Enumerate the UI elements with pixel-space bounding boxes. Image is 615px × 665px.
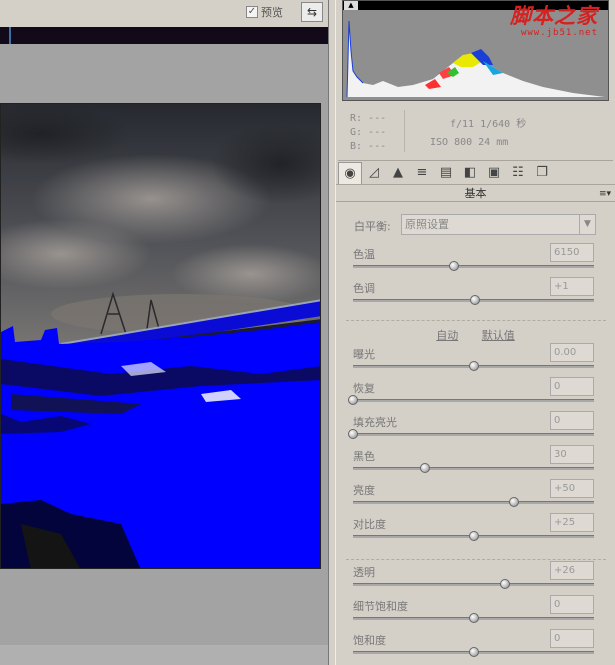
slider-thumb[interactable] (468, 531, 479, 541)
camera-calibration-icon[interactable]: ☷ (506, 162, 530, 184)
slider-thumb[interactable] (449, 261, 460, 271)
section-divider (346, 320, 606, 321)
filmstrip-bar (0, 27, 330, 44)
slider-value-field[interactable]: 30 (550, 445, 594, 464)
slider-label: 细节饱和度 (353, 600, 408, 613)
slider-value-field[interactable]: 0.00 (550, 343, 594, 362)
slider-row: 填充亮光 0 (336, 411, 615, 445)
blue-value: B: --- (350, 141, 387, 152)
slider-row: 色调 +1 (336, 277, 615, 311)
slider-value-field[interactable]: 0 (550, 629, 594, 648)
slider-track[interactable] (353, 399, 594, 402)
slider-value-field[interactable]: +26 (550, 561, 594, 580)
histogram: ▲ 脚本之家 www.jb51.net (342, 0, 609, 101)
preview-checkbox[interactable]: ✓ 预览 (246, 4, 283, 20)
preview-toolbar: ✓ 预览 ⇆ (0, 0, 330, 27)
auto-link[interactable]: 自动 (436, 329, 458, 342)
panel-title-bar: 基本 ≡▾ (336, 184, 615, 202)
photo-preview[interactable] (0, 103, 321, 569)
slider-label: 饱和度 (353, 634, 386, 647)
iso-info: ISO 800 24 mm (430, 137, 509, 148)
green-value: G: --- (350, 127, 387, 138)
slider-row: 细节饱和度 0 (336, 595, 615, 629)
section-divider (346, 559, 606, 560)
slider-thumb[interactable] (468, 613, 479, 623)
slider-thumb[interactable] (468, 361, 479, 371)
slider-label: 对比度 (353, 518, 386, 531)
preview-area: ✓ 预览 ⇆ (0, 0, 330, 665)
slider-row: 亮度 +50 (336, 479, 615, 513)
preview-label: 预览 (261, 6, 283, 19)
default-link[interactable]: 默认值 (482, 329, 515, 342)
slider-value-field[interactable]: 0 (550, 595, 594, 614)
basic-aperture-icon[interactable]: ◉ (338, 161, 362, 184)
status-bar (0, 645, 330, 665)
slider-value-field[interactable]: +25 (550, 513, 594, 532)
effects-icon[interactable]: ▣ (482, 162, 506, 184)
hsl-icon[interactable]: ≡ (410, 162, 434, 184)
slider-track[interactable] (353, 467, 594, 470)
slider-track[interactable] (353, 501, 594, 504)
slider-row: 恢复 0 (336, 377, 615, 411)
filmstrip-marker (9, 27, 11, 44)
red-value: R: --- (350, 113, 387, 124)
slider-thumb[interactable] (469, 295, 480, 305)
slider-label: 色温 (353, 248, 375, 261)
slider-label: 色调 (353, 282, 375, 295)
slider-value-field[interactable]: +1 (550, 277, 594, 296)
camera-raw-window: ✓ 预览 ⇆ ▲ 脚本之家 www.jb51.net R: --- G: ---… (0, 0, 615, 665)
slider-row: 黑色 30 (336, 445, 615, 479)
presets-icon[interactable]: ❐ (530, 162, 554, 184)
slider-thumb[interactable] (509, 497, 520, 507)
white-balance-select[interactable]: 原照设置 ▼ (401, 214, 596, 235)
slider-thumb[interactable] (348, 429, 358, 439)
detail-icon[interactable]: ▲ (386, 162, 410, 184)
readout-divider (404, 110, 405, 152)
slider-thumb[interactable] (348, 395, 358, 405)
histogram-svg (346, 20, 605, 98)
lens-corrections-icon[interactable]: ◧ (458, 162, 482, 184)
slider-thumb[interactable] (420, 463, 431, 473)
split-toning-icon[interactable]: ▤ (434, 162, 458, 184)
exposure-info: f/11 1/640 秒 (450, 119, 527, 130)
slider-thumb[interactable] (468, 647, 479, 657)
slider-row: 曝光 0.00 (336, 343, 615, 377)
slider-label: 透明 (353, 566, 375, 579)
slider-label: 恢复 (353, 382, 375, 395)
panel-title: 基本 (464, 187, 487, 200)
slider-row: 色温 6150 (336, 243, 615, 277)
panel-menu-icon[interactable]: ≡▾ (599, 186, 611, 203)
fullscreen-toggle-icon[interactable]: ⇆ (301, 2, 323, 22)
slider-thumb[interactable] (499, 579, 510, 589)
slider-label: 亮度 (353, 484, 375, 497)
slider-track[interactable] (353, 433, 594, 436)
photo-svg (1, 104, 320, 568)
slider-label: 黑色 (353, 450, 375, 463)
pixel-readout: R: --- G: --- B: --- f/11 1/640 秒 ISO 80… (342, 104, 609, 156)
chevron-down-icon[interactable]: ▼ (579, 215, 595, 234)
white-balance-label: 白平衡: (354, 220, 391, 233)
slider-row: 透明 +26 (336, 561, 615, 595)
slider-row: 饱和度 0 (336, 629, 615, 663)
slider-label: 填充亮光 (353, 416, 397, 429)
auto-default-links: 自动 默认值 (336, 327, 615, 343)
slider-value-field[interactable]: +50 (550, 479, 594, 498)
basic-panel-content: 白平衡: 原照设置 ▼ 自动 默认值 色温 6150 色调 +1 曝光 0.00 恢复 0 填充… (336, 203, 615, 665)
slider-value-field[interactable]: 6150 (550, 243, 594, 262)
slider-row: 对比度 +25 (336, 513, 615, 547)
slider-track[interactable] (353, 583, 594, 586)
rgb-readout: R: --- G: --- B: --- (350, 112, 386, 154)
slider-label: 曝光 (353, 348, 375, 361)
slider-track[interactable] (353, 265, 594, 268)
panel-tabs: ◉ ◿ ▲ ≡ ▤ ◧ ▣ ☷ ❐ (338, 160, 613, 184)
slider-value-field[interactable]: 0 (550, 411, 594, 430)
slider-value-field[interactable]: 0 (550, 377, 594, 396)
tone-curve-icon[interactable]: ◿ (362, 162, 386, 184)
adjustment-panel: ▲ 脚本之家 www.jb51.net R: --- G: --- B: ---… (336, 0, 615, 665)
panel-splitter[interactable] (328, 0, 336, 665)
white-balance-value: 原照设置 (405, 218, 449, 231)
checkbox-box[interactable]: ✓ (246, 6, 258, 18)
